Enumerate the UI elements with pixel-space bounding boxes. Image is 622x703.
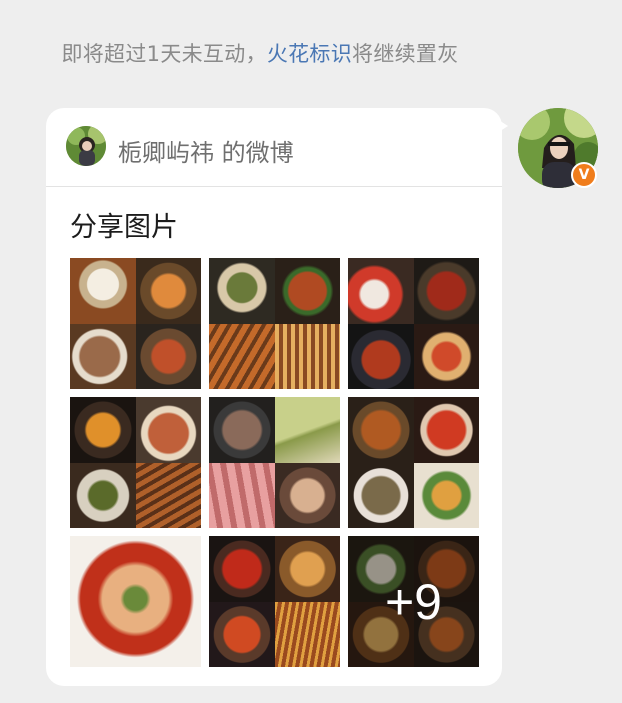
interaction-notice: 即将超过1天未互动，火花标识将继续置灰 [0, 38, 520, 68]
source-avatar [66, 126, 106, 166]
photo-8[interactable] [209, 536, 340, 667]
v-badge-icon: V [571, 162, 597, 188]
photo-2[interactable] [209, 258, 340, 389]
photo-3[interactable] [348, 258, 479, 389]
post-text: 分享图片 [70, 212, 178, 243]
photo-5[interactable] [209, 397, 340, 528]
photo-6[interactable] [348, 397, 479, 528]
photo-grid: +9 [70, 258, 479, 667]
card-source-title: 栀卿屿祎 的微博 [118, 139, 294, 167]
more-photos-count: +9 [384, 573, 442, 630]
notice-suffix: 将继续置灰 [352, 42, 459, 66]
notice-prefix: 即将超过1天未互动， [61, 42, 267, 66]
more-photos-overlay[interactable]: +9 [348, 536, 479, 667]
photo-7[interactable] [70, 536, 201, 667]
photo-9[interactable]: +9 [348, 536, 479, 667]
photo-1[interactable] [70, 258, 201, 389]
photo-4[interactable] [70, 397, 201, 528]
spark-badge-link[interactable]: 火花标识 [267, 42, 352, 66]
shared-weibo-card[interactable]: 栀卿屿祎 的微博 分享图片 +9 [46, 108, 502, 686]
card-header[interactable]: 栀卿屿祎 的微博 [46, 108, 502, 187]
